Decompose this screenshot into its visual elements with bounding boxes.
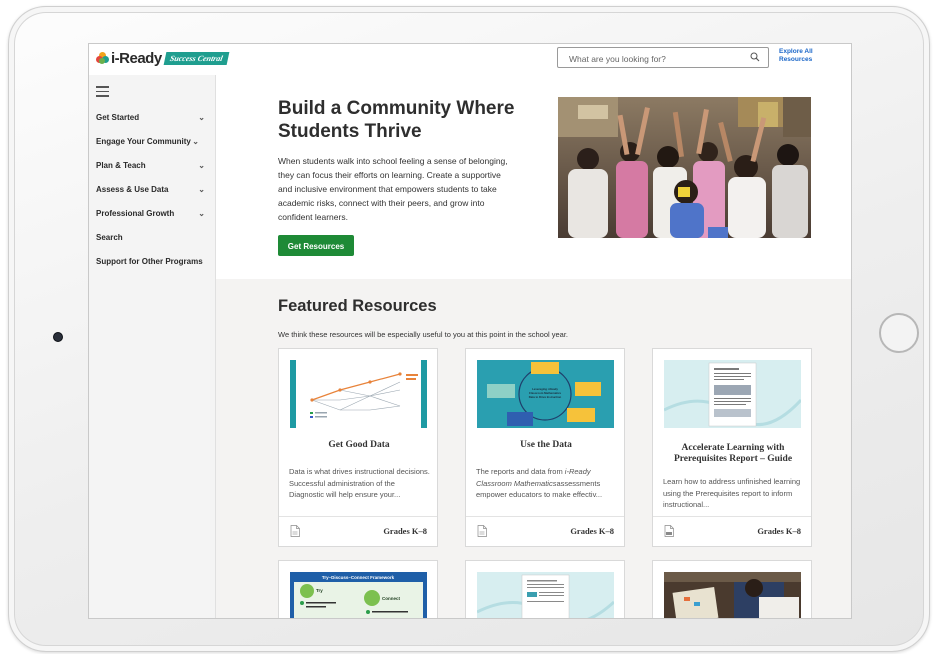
sidebar-item-get-started[interactable]: Get Started ⌄ [96, 112, 208, 124]
camera-icon [53, 332, 63, 342]
card-description: The reports and data from i-Ready Classr… [476, 467, 603, 499]
search-box[interactable] [557, 47, 769, 69]
sidebar-item-assess-use-data[interactable]: Assess & Use Data ⌄ [96, 184, 208, 196]
card-footer: Grades K–8 [653, 516, 811, 546]
brand-badge: Success Central [163, 52, 229, 65]
svg-text:Try: Try [316, 588, 323, 593]
resource-card-classroom-photo[interactable] [652, 560, 812, 618]
card-thumbnail [664, 572, 801, 618]
home-button[interactable] [879, 313, 919, 353]
chevron-down-icon: ⌄ [192, 137, 199, 146]
sidebar-item-label: Get Started [96, 113, 140, 122]
card-thumbnail: Leveraging i-Ready Classroom Mathematics… [477, 360, 614, 428]
resource-card-use-the-data[interactable]: Leveraging i-Ready Classroom Mathematics… [465, 348, 625, 547]
featured-resources-section: Featured Resources We think these resour… [216, 279, 851, 618]
card-description: Data is what drives instructional decisi… [289, 467, 430, 499]
get-resources-button[interactable]: Get Resources [278, 235, 354, 256]
featured-subtitle: We think these resources will be especia… [278, 330, 569, 339]
hero-description: When students walk into school feeling a… [278, 156, 508, 222]
svg-text:Data to Drive Instruction: Data to Drive Instruction [529, 395, 562, 399]
sidebar: Get Started ⌄ Engage Your Community ⌄ Pl… [89, 75, 216, 618]
pdf-icon [664, 525, 674, 537]
sidebar-item-label: Engage Your Community [96, 137, 191, 146]
sidebar-item-label: Plan & Teach [96, 161, 146, 170]
card-thumbnail [290, 360, 427, 428]
resource-card-try-discuss-connect[interactable]: Try–Discuss–Connect Framework Try Connec… [278, 560, 438, 618]
resource-card-get-good-data[interactable]: Get Good Data Data is what drives instru… [278, 348, 438, 547]
card-thumbnail [663, 360, 803, 428]
students-celebrating-photo [558, 97, 811, 238]
card-thumbnail: Try–Discuss–Connect Framework Try Connec… [290, 572, 427, 618]
sidebar-item-support-other-programs[interactable]: Support for Other Programs [96, 256, 208, 268]
chevron-down-icon: ⌄ [198, 113, 205, 122]
explore-all-resources-link[interactable]: Explore All Resources [779, 48, 829, 64]
card-title: Accelerate Learning with Prerequisites R… [673, 443, 793, 464]
card-footer: Grades K–8 [466, 516, 624, 546]
document-icon [290, 525, 300, 537]
grade-range: Grades K–8 [570, 526, 614, 536]
card-footer: Grades K–8 [279, 516, 437, 546]
featured-title: Featured Resources [278, 297, 437, 315]
sidebar-item-professional-growth[interactable]: Professional Growth ⌄ [96, 208, 208, 220]
iready-logo[interactable]: i-Ready Success Central [96, 50, 229, 67]
thumb-title: Try–Discuss–Connect Framework [322, 575, 395, 580]
svg-text:Connect: Connect [382, 596, 401, 601]
menu-icon[interactable] [96, 86, 109, 100]
card-thumbnail [477, 572, 614, 618]
chevron-down-icon: ⌄ [198, 185, 205, 194]
sidebar-item-label: Assess & Use Data [96, 185, 169, 194]
sidebar-item-search[interactable]: Search [96, 232, 208, 244]
document-icon [477, 525, 487, 537]
browser-screen: i-Ready Success Central Explore All Reso… [88, 43, 852, 619]
search-input[interactable] [558, 48, 751, 69]
chevron-down-icon: ⌄ [198, 209, 205, 218]
resource-card-document[interactable] [465, 560, 625, 618]
brand-name: i-Ready [111, 50, 162, 67]
sidebar-item-label: Professional Growth [96, 209, 175, 218]
sidebar-item-plan-teach[interactable]: Plan & Teach ⌄ [96, 160, 208, 172]
card-title: Get Good Data [328, 440, 390, 450]
hero-title: Build a Community Where Students Thrive [278, 98, 515, 142]
flower-logo-icon [96, 52, 109, 65]
card-title: Use the Data [520, 440, 572, 450]
card-description: Learn how to address unfinished learning… [663, 477, 801, 509]
chevron-down-icon: ⌄ [198, 161, 205, 170]
header-bar: i-Ready Success Central Explore All Reso… [89, 44, 851, 76]
grade-range: Grades K–8 [757, 526, 801, 536]
sidebar-item-label: Support for Other Programs [96, 257, 203, 266]
sidebar-item-engage-your-community[interactable]: Engage Your Community ⌄ [96, 136, 208, 148]
hero-section: Build a Community Where Students Thrive … [216, 75, 851, 279]
search-icon[interactable] [750, 52, 760, 62]
resource-card-accelerate-learning[interactable]: Accelerate Learning with Prerequisites R… [652, 348, 812, 547]
grade-range: Grades K–8 [383, 526, 427, 536]
sidebar-item-label: Search [96, 233, 123, 242]
